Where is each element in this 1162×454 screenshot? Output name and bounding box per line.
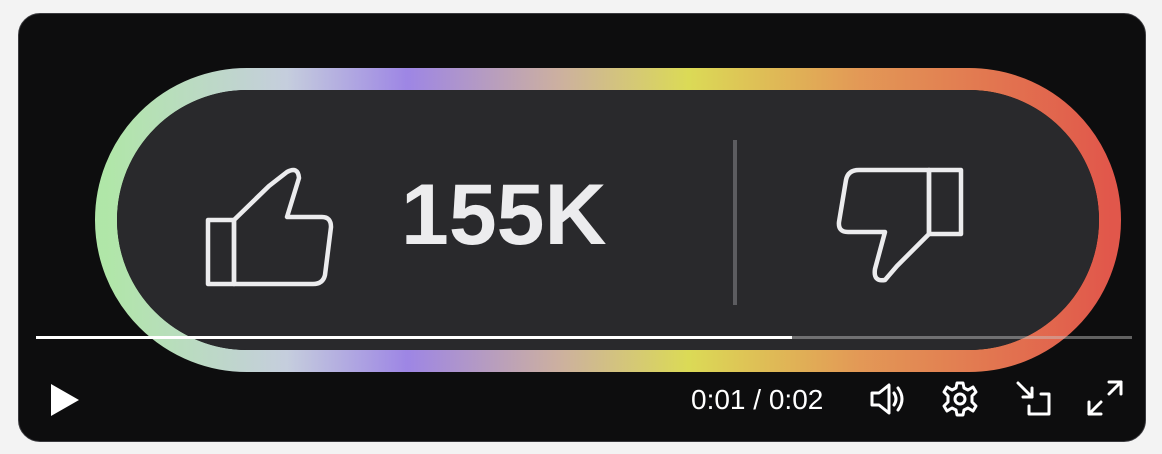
- settings-button[interactable]: [939, 378, 981, 420]
- duration: 0:02: [768, 384, 824, 415]
- volume-button[interactable]: [867, 378, 909, 420]
- play-icon: [51, 384, 79, 416]
- like-pill: [117, 90, 1099, 350]
- time-separator: /: [753, 384, 762, 415]
- volume-icon: [870, 383, 904, 415]
- pill-divider: [733, 140, 737, 305]
- video-player[interactable]: 155K 0:01 / 0:02: [18, 13, 1146, 442]
- gear-icon: [942, 381, 978, 417]
- fullscreen-icon: [1087, 380, 1123, 416]
- current-time: 0:01: [691, 384, 746, 415]
- progress-bar[interactable]: [36, 336, 1132, 339]
- fullscreen-button[interactable]: [1085, 378, 1127, 420]
- control-bar: 0:01 / 0:02: [19, 364, 1145, 434]
- time-display: 0:01 / 0:02: [691, 384, 823, 416]
- picture-in-picture-icon: [1016, 381, 1051, 416]
- play-button[interactable]: [45, 380, 85, 420]
- progress-fill: [36, 336, 793, 339]
- like-count: 155K: [401, 167, 607, 263]
- popout-button[interactable]: [1013, 378, 1055, 420]
